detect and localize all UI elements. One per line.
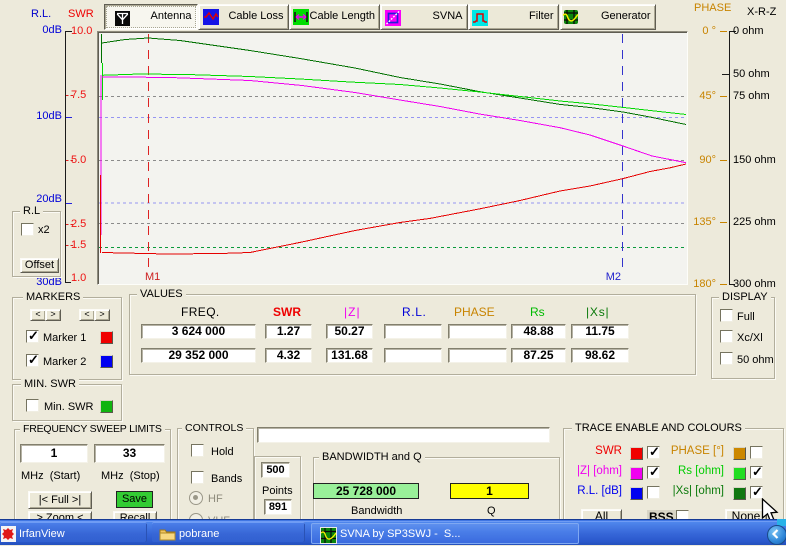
svg-text:M2: M2 [606,271,621,283]
svg-text:M1: M1 [145,271,160,283]
